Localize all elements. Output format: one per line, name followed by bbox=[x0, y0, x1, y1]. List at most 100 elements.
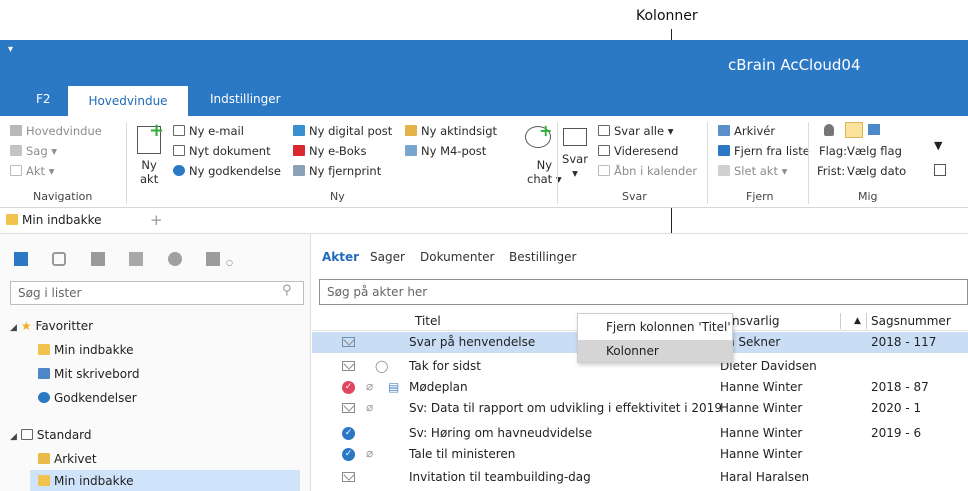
svar-button[interactable]: Svar ▾ bbox=[562, 152, 588, 180]
document-tool-icon[interactable] bbox=[14, 252, 28, 266]
tree-tool-icon[interactable] bbox=[52, 252, 66, 266]
frist-select[interactable]: Vælg dato bbox=[847, 164, 906, 178]
nyt-dokument-button[interactable]: Nyt dokument bbox=[173, 144, 271, 158]
act-search-placeholder: Søg på akter her bbox=[327, 285, 428, 299]
ny-fjernprint-button[interactable]: Ny fjernprint bbox=[293, 164, 381, 178]
ny-akt-button[interactable]: Ny akt bbox=[140, 158, 158, 186]
group-separator bbox=[126, 122, 127, 204]
list-icon: ▤ bbox=[388, 380, 400, 394]
videresend-button[interactable]: Videresend bbox=[598, 144, 678, 158]
quick-access-icon[interactable]: ▾ bbox=[8, 44, 13, 55]
flag-select[interactable]: Vælg flag bbox=[847, 144, 902, 158]
mail-icon bbox=[342, 361, 355, 371]
tab-min-indbakke[interactable]: Min indbakke bbox=[6, 213, 102, 227]
approval-icon: ✓ bbox=[342, 427, 355, 440]
callout-label: Kolonner bbox=[636, 8, 698, 24]
search-icon[interactable]: ⚲ bbox=[282, 283, 292, 298]
desk-icon bbox=[38, 368, 50, 379]
ny-email-button[interactable]: Ny e-mail bbox=[173, 124, 244, 138]
row-title: Invitation til teambuilding-dag bbox=[409, 470, 591, 484]
frist-label: Frist: bbox=[817, 164, 846, 178]
row-owner: n Sekner bbox=[727, 335, 781, 349]
forward-icon bbox=[598, 145, 610, 156]
sort-ascending-icon[interactable]: ▲ bbox=[854, 316, 861, 326]
nav-hovedvindue-button[interactable]: Hovedvindue bbox=[10, 124, 102, 138]
table-row[interactable]: ✓ Sv: Høring om havneudvidelse Hanne Win… bbox=[312, 423, 968, 444]
row-case: 2018 - 117 bbox=[871, 335, 937, 349]
reply-icon[interactable] bbox=[563, 128, 587, 146]
group-label-fjern: Fjern bbox=[746, 190, 774, 203]
column-header-ansvarlig[interactable]: nsvarlig bbox=[732, 314, 780, 328]
subtab-dokumenter[interactable]: Dokumenter bbox=[420, 250, 494, 264]
dropdown-arrow-icon[interactable]: ▼ bbox=[934, 139, 942, 152]
subtab-akter[interactable]: Akter bbox=[322, 250, 359, 264]
collapse-arrow-icon: ◢ bbox=[10, 432, 17, 442]
calendar-icon[interactable] bbox=[934, 164, 946, 176]
tree-node-min-indbakke[interactable]: Min indbakke bbox=[38, 343, 134, 357]
group-label-navigation: Navigation bbox=[33, 190, 93, 203]
column-divider[interactable] bbox=[866, 313, 867, 329]
column-divider[interactable] bbox=[840, 313, 841, 329]
nav-sag-button[interactable]: Sag ▾ bbox=[10, 144, 57, 158]
chat-icon[interactable]: + bbox=[525, 123, 552, 148]
archive-icon bbox=[718, 125, 730, 136]
menu-item-remove-column[interactable]: Fjern kolonnen 'Titel' bbox=[606, 320, 731, 334]
table-row[interactable]: ⌀ Sv: Data til rapport om udvikling i ef… bbox=[312, 398, 968, 419]
column-header-titel[interactable]: Titel bbox=[415, 314, 441, 328]
column-header-sagsnummer[interactable]: Sagsnummer bbox=[871, 314, 951, 328]
row-title: Sv: Høring om havneudvidelse bbox=[409, 426, 593, 440]
desk-icon[interactable] bbox=[868, 124, 880, 135]
row-owner: Dieter Davidsen bbox=[720, 359, 817, 373]
group-separator bbox=[557, 122, 558, 204]
tree-node-arkivet[interactable]: Arkivet bbox=[38, 452, 97, 466]
table-row[interactable]: ✓ ⌀ Tale til ministeren Hanne Winter bbox=[312, 444, 968, 465]
row-owner: Hanne Winter bbox=[720, 401, 803, 415]
row-title: Mødeplan bbox=[409, 380, 468, 394]
tree-node-favoritter[interactable]: ◢ ★ Favoritter bbox=[10, 319, 93, 333]
subtab-bestillinger[interactable]: Bestillinger bbox=[509, 250, 576, 264]
tree-node-mit-skrivebord[interactable]: Mit skrivebord bbox=[38, 367, 139, 381]
subtab-sager[interactable]: Sager bbox=[370, 250, 405, 264]
table-row[interactable]: Invitation til teambuilding-dag Haral Ha… bbox=[312, 467, 968, 488]
tree-node-standard[interactable]: ◢ Standard bbox=[10, 428, 92, 442]
people-tool-icon[interactable] bbox=[168, 252, 182, 266]
archive-icon bbox=[38, 453, 50, 464]
svar-alle-button[interactable]: Svar alle ▾ bbox=[598, 124, 673, 138]
table-row[interactable]: ✓ ⌀ ▤ Mødeplan Hanne Winter 2018 - 87 bbox=[312, 377, 968, 398]
mail-icon bbox=[342, 472, 355, 482]
inbox-icon[interactable] bbox=[845, 122, 863, 138]
fjern-fra-liste-button[interactable]: Fjern fra liste bbox=[718, 144, 810, 158]
arkiver-button[interactable]: Arkivér bbox=[718, 124, 775, 138]
print-icon bbox=[293, 165, 305, 176]
nav-akt-button[interactable]: Akt ▾ bbox=[10, 164, 54, 178]
collapse-arrow-icon: ◢ bbox=[10, 323, 17, 333]
ny-digital-post-button[interactable]: Ny digital post bbox=[293, 124, 392, 138]
tree-node-min-indbakke-selected[interactable]: Min indbakke bbox=[30, 470, 300, 491]
folder-tool-icon[interactable] bbox=[206, 252, 220, 266]
delete-icon bbox=[718, 165, 730, 176]
new-act-icon[interactable]: + bbox=[137, 122, 164, 154]
more-icon[interactable]: ○ bbox=[226, 258, 233, 267]
group-label-ny: Ny bbox=[330, 190, 345, 203]
ny-godkendelse-button[interactable]: Ny godkendelse bbox=[173, 164, 281, 178]
add-tab-icon[interactable]: + bbox=[150, 211, 163, 229]
group-separator bbox=[808, 122, 809, 204]
digital-post-icon bbox=[293, 125, 305, 136]
tab-hovedvindue[interactable]: Hovedvindue bbox=[68, 86, 188, 116]
ny-m4-post-button[interactable]: Ny M4-post bbox=[405, 144, 486, 158]
aabn-kalender-button[interactable]: Åbn i kalender bbox=[598, 164, 697, 178]
list-tool-icon[interactable] bbox=[91, 252, 105, 266]
stack-tool-icon[interactable] bbox=[129, 252, 143, 266]
ny-eboks-button[interactable]: Ny e-Boks bbox=[293, 144, 366, 158]
group-separator bbox=[707, 122, 708, 204]
menu-item-kolonner[interactable]: Kolonner bbox=[606, 344, 659, 358]
row-case: 2020 - 1 bbox=[871, 401, 922, 415]
ny-aktindsigt-button[interactable]: Ny aktindsigt bbox=[405, 124, 497, 138]
tab-indstillinger[interactable]: Indstillinger bbox=[198, 84, 293, 116]
tree-node-godkendelser[interactable]: Godkendelser bbox=[38, 391, 137, 405]
row-owner: Hanne Winter bbox=[720, 447, 803, 461]
tab-f2[interactable]: F2 bbox=[24, 84, 63, 116]
slet-akt-button[interactable]: Slet akt ▾ bbox=[718, 164, 787, 178]
flag-label: Flag: bbox=[819, 144, 848, 158]
row-case: 2018 - 87 bbox=[871, 380, 929, 394]
